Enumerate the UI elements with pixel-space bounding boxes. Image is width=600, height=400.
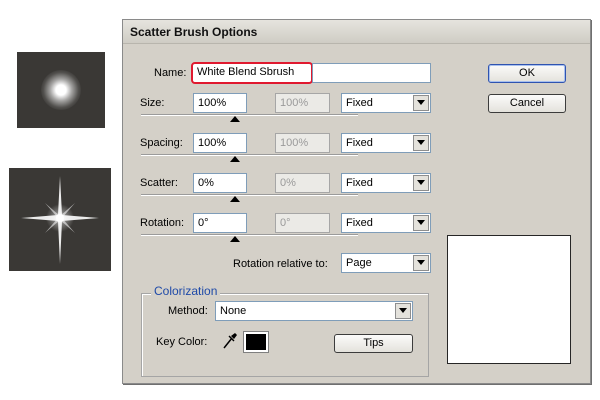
rotation-relative-value: Page	[346, 257, 372, 269]
spacing-input[interactable]: 100%	[193, 133, 247, 153]
key-color-fill	[246, 334, 266, 350]
cancel-button[interactable]: Cancel	[488, 94, 566, 113]
rotation-label: Rotation:	[140, 217, 185, 229]
spacing-label: Spacing:	[140, 137, 183, 149]
chevron-down-icon[interactable]	[413, 175, 429, 191]
eyedropper-icon[interactable]	[222, 332, 238, 350]
size-input[interactable]: 100%	[193, 93, 247, 113]
rotation-slider-thumb[interactable]	[230, 236, 240, 242]
rotation-variation-value: Fixed	[346, 217, 373, 229]
rotation-max-input: 0°	[275, 213, 330, 233]
key-color-label: Key Color:	[156, 336, 208, 348]
chevron-down-icon[interactable]	[413, 215, 429, 231]
chevron-down-icon[interactable]	[413, 255, 429, 271]
size-variation-value: Fixed	[346, 97, 373, 109]
key-color-swatch[interactable]	[243, 331, 269, 353]
ok-button[interactable]: OK	[488, 64, 566, 83]
chevron-down-icon[interactable]	[413, 95, 429, 111]
spacing-variation-select[interactable]: Fixed	[341, 133, 431, 153]
brush-preview-area	[447, 235, 571, 364]
scatter-slider-thumb[interactable]	[230, 196, 240, 202]
tips-button[interactable]: Tips	[334, 334, 413, 353]
spacing-max-input: 100%	[275, 133, 330, 153]
scatter-input[interactable]: 0%	[193, 173, 247, 193]
scatter-brush-options-dialog: Scatter Brush Options Name: White Blend …	[122, 19, 591, 384]
sparkle-brush-thumbnail	[9, 168, 111, 271]
scatter-max-input: 0%	[275, 173, 330, 193]
colorization-title: Colorization	[151, 284, 221, 298]
chevron-down-icon[interactable]	[395, 303, 411, 319]
name-input-extension[interactable]	[312, 63, 431, 83]
size-slider-thumb[interactable]	[230, 116, 240, 122]
name-label: Name:	[154, 67, 187, 79]
rotation-input[interactable]: 0°	[193, 213, 247, 233]
size-max-input: 100%	[275, 93, 330, 113]
soft-glow-icon	[41, 70, 81, 110]
glow-brush-thumbnail	[17, 52, 105, 128]
sparkle-star-icon	[21, 176, 99, 264]
dialog-title: Scatter Brush Options	[123, 20, 590, 44]
spacing-variation-value: Fixed	[346, 137, 373, 149]
rotation-relative-label: Rotation relative to:	[233, 258, 328, 270]
scatter-variation-select[interactable]: Fixed	[341, 173, 431, 193]
size-variation-select[interactable]: Fixed	[341, 93, 431, 113]
rotation-variation-select[interactable]: Fixed	[341, 213, 431, 233]
method-select[interactable]: None	[215, 301, 413, 321]
scatter-variation-value: Fixed	[346, 177, 373, 189]
name-input[interactable]: White Blend Sbrush	[191, 62, 313, 84]
scatter-label: Scatter:	[140, 177, 178, 189]
spacing-slider-thumb[interactable]	[230, 156, 240, 162]
size-label: Size:	[140, 97, 165, 109]
rotation-slider-track[interactable]	[141, 234, 358, 236]
rotation-relative-select[interactable]: Page	[341, 253, 431, 273]
scatter-slider-track[interactable]	[141, 194, 358, 196]
size-slider-track[interactable]	[141, 114, 358, 116]
chevron-down-icon[interactable]	[413, 135, 429, 151]
method-value: None	[220, 305, 247, 317]
method-label: Method:	[168, 305, 208, 317]
spacing-slider-track[interactable]	[141, 154, 358, 156]
